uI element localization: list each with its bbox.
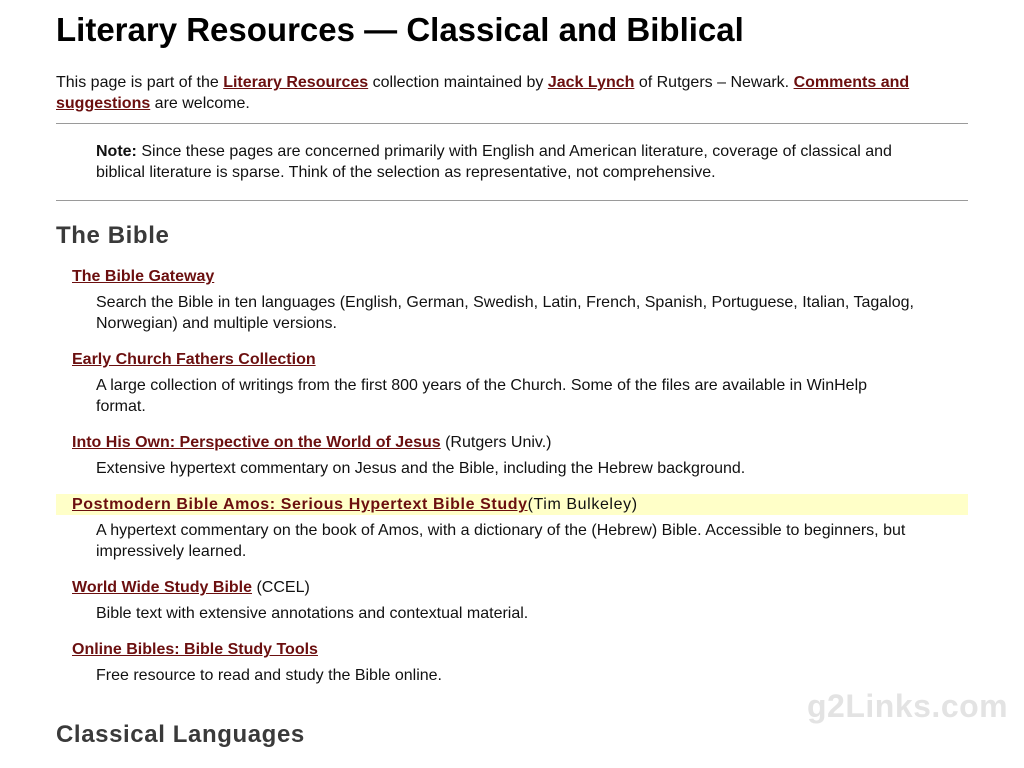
list-item: Into His Own: Perspective on the World o… <box>56 432 968 479</box>
entry-title-row: World Wide Study Bible (CCEL) <box>56 577 968 598</box>
entry-source: (Tim Bulkeley) <box>527 496 638 513</box>
entry-description: Search the Bible in ten languages (Engli… <box>96 294 914 332</box>
entry-source: (CCEL) <box>252 579 310 596</box>
list-item: Online Bibles: Bible Study Tools Free re… <box>56 639 968 686</box>
list-item: Early Church Fathers Collection A large … <box>56 349 968 417</box>
early-church-fathers-link[interactable]: Early Church Fathers Collection <box>72 351 316 368</box>
entry-description: A hypertext commentary on the book of Am… <box>96 522 906 560</box>
list-item: World Wide Study Bible (CCEL) Bible text… <box>56 577 968 624</box>
divider <box>56 200 968 201</box>
list-item: The Bible Gateway Search the Bible in te… <box>56 266 968 334</box>
jack-lynch-link[interactable]: Jack Lynch <box>548 74 635 91</box>
postmodern-bible-amos-link[interactable]: Postmodern Bible Amos: Serious Hypertext… <box>72 496 528 513</box>
entry-title-row: Into His Own: Perspective on the World o… <box>56 432 968 453</box>
intro-text-1: This page is part of the <box>56 74 224 91</box>
entry-description: Free resource to read and study the Bibl… <box>96 667 442 684</box>
entry-description: Bible text with extensive annotations an… <box>96 605 529 622</box>
world-wide-study-bible-link[interactable]: World Wide Study Bible <box>72 579 252 596</box>
note-label: Note: <box>96 143 137 160</box>
intro-text-2: collection maintained by <box>368 74 548 91</box>
page-content: Literary Resources — Classical and Bibli… <box>56 0 968 750</box>
section-heading-bible: The Bible <box>56 222 170 249</box>
intro-paragraph: This page is part of the Literary Resour… <box>56 72 968 114</box>
list-item: Postmodern Bible Amos: Serious Hypertext… <box>56 494 968 562</box>
entry-title-row: Online Bibles: Bible Study Tools <box>56 639 968 660</box>
page-title: Literary Resources — Classical and Bibli… <box>56 11 744 48</box>
entry-title-row: The Bible Gateway <box>56 266 968 287</box>
bible-gateway-link[interactable]: The Bible Gateway <box>72 268 214 285</box>
entry-title-row-highlighted: Postmodern Bible Amos: Serious Hypertext… <box>56 494 968 515</box>
entry-description: A large collection of writings from the … <box>96 377 868 415</box>
online-bibles-link[interactable]: Online Bibles: Bible Study Tools <box>72 641 318 658</box>
note-block: Note: Since these pages are concerned pr… <box>96 141 928 183</box>
entry-title-row: Early Church Fathers Collection <box>56 349 968 370</box>
literary-resources-link[interactable]: Literary Resources <box>223 74 368 91</box>
entry-source: (Rutgers Univ.) <box>440 434 552 451</box>
note-text: Since these pages are concerned primaril… <box>96 143 892 181</box>
into-his-own-link[interactable]: Into His Own: Perspective on the World o… <box>72 434 441 451</box>
watermark-logo: g2Links.com <box>807 688 1009 724</box>
divider <box>56 123 968 124</box>
entry-description: Extensive hypertext commentary on Jesus … <box>96 460 746 477</box>
intro-text-3: of Rutgers – Newark. <box>634 74 794 91</box>
intro-text-4: are welcome. <box>150 95 250 112</box>
